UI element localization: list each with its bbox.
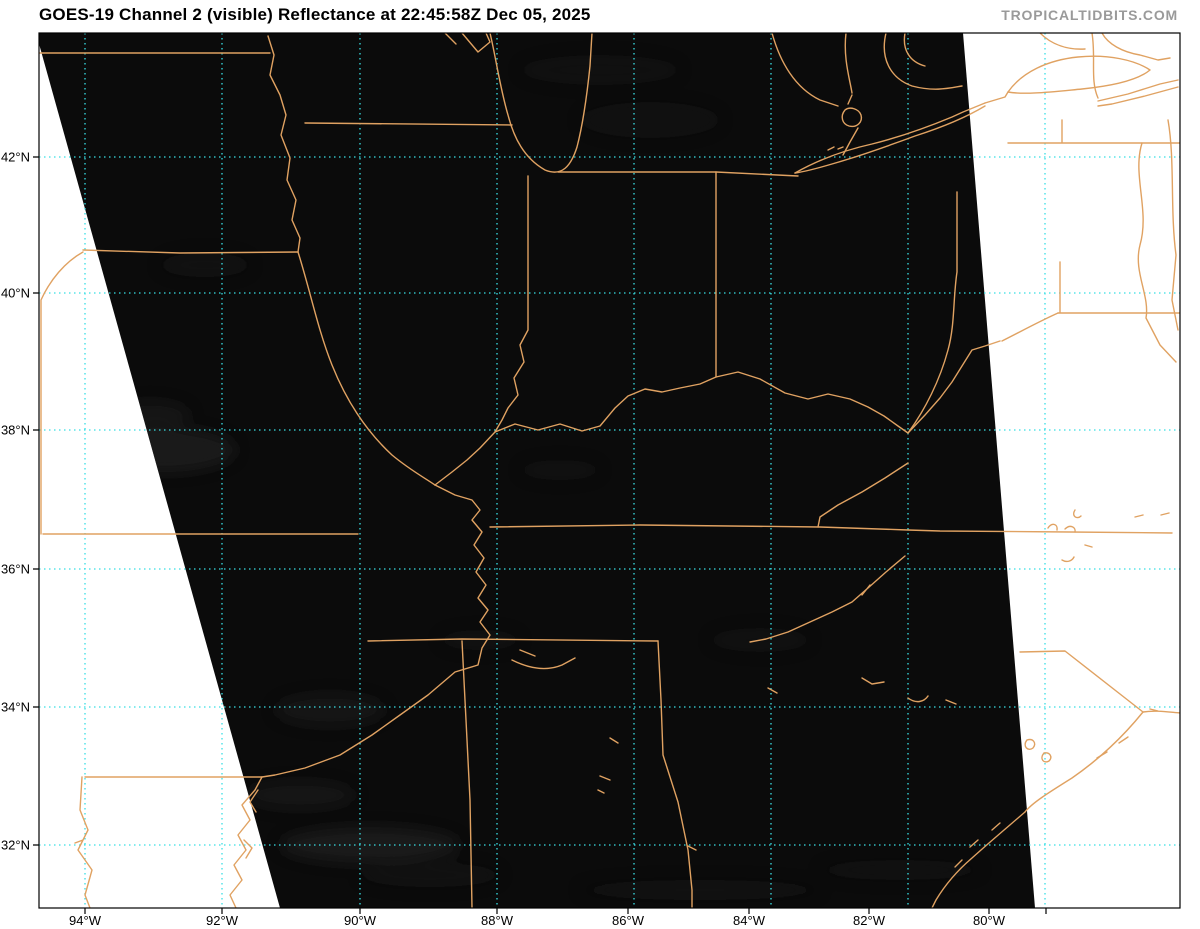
lon-tick-label: 90°W — [344, 913, 376, 928]
lat-tick-label: 42°N — [0, 149, 30, 165]
lat-tick-label: 38°N — [0, 422, 30, 438]
lat-tick-label: 32°N — [0, 837, 30, 853]
lon-tick-label: 94°W — [69, 913, 101, 928]
lon-tick-label: 84°W — [733, 913, 765, 928]
satellite-image-viewer: GOES-19 Channel 2 (visible) Reflectance … — [0, 0, 1200, 929]
satellite-map-canvas — [33, 32, 1181, 914]
lat-tick-label: 34°N — [0, 699, 30, 715]
lon-tick-label: 92°W — [206, 913, 238, 928]
lat-tick-label: 40°N — [0, 285, 30, 301]
lon-tick-label: 88°W — [481, 913, 513, 928]
lon-tick-label: 82°W — [853, 913, 885, 928]
lon-tick-label: 80°W — [973, 913, 1005, 928]
lon-tick-label: 86°W — [612, 913, 644, 928]
lat-tick-label: 36°N — [0, 561, 30, 577]
